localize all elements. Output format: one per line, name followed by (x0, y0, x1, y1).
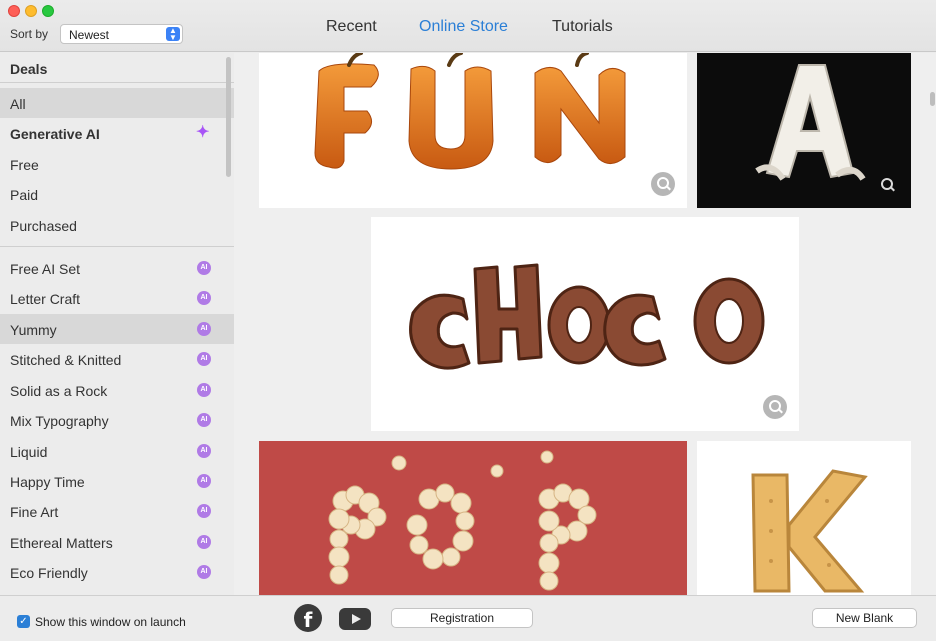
close-window-button[interactable] (8, 5, 20, 17)
ai-badge-icon: AI (197, 383, 211, 397)
sidebar-scrollbar[interactable] (226, 57, 231, 177)
minimize-window-button[interactable] (25, 5, 37, 17)
ai-badge-icon: AI (197, 261, 211, 275)
sidebar-item-label: All (10, 96, 26, 112)
sidebar-item-label: Mix Typography (10, 413, 109, 429)
zoom-icon[interactable] (763, 395, 787, 419)
sidebar-item-paid[interactable]: Paid (0, 179, 234, 209)
facebook-icon[interactable]: f (294, 604, 322, 632)
sidebar-item-label: Letter Craft (10, 291, 81, 307)
template-preview-fun (314, 53, 626, 170)
sidebar-item-label: Liquid (10, 444, 48, 460)
sidebar-item-fine-art[interactable]: Fine Art AI (0, 496, 234, 526)
ai-badge-icon: AI (197, 535, 211, 549)
ai-badge-icon: AI (197, 413, 211, 427)
sidebar-item-free[interactable]: Free (0, 149, 234, 179)
template-preview-choco (409, 263, 765, 370)
sort-select-value: Newest (69, 28, 110, 42)
sidebar-item-deals[interactable]: Deals (0, 53, 234, 83)
ai-badge-icon: AI (197, 444, 211, 458)
title-bar: Sort by Newest ▲ ▼ Recent Online Store Tu… (0, 0, 936, 52)
sparkle-icon: ✦ (196, 124, 210, 141)
sidebar-item-label: Deals (10, 61, 48, 77)
template-card-k[interactable] (697, 441, 911, 595)
sidebar-item-purchased[interactable]: Purchased (0, 210, 234, 240)
content-scrollbar[interactable] (930, 92, 935, 106)
sidebar-item-label: Fine Art (10, 504, 59, 520)
template-preview-k (751, 469, 868, 593)
zoom-window-button[interactable] (42, 5, 54, 17)
show-on-launch-label: Show this window on launch (35, 615, 186, 629)
ai-badge-icon: AI (197, 474, 211, 488)
sidebar-item-ethereal-matters[interactable]: Ethereal Matters AI (0, 527, 234, 557)
sidebar-item-label: Free (10, 157, 39, 173)
sidebar-item-label: Paid (10, 187, 39, 203)
ai-badge-icon: AI (197, 565, 211, 579)
new-blank-button[interactable]: New Blank (812, 608, 917, 628)
sidebar-item-label: Free AI Set (10, 261, 81, 277)
up-down-icon: ▲ ▼ (166, 27, 180, 42)
sidebar-item-label: Happy Time (10, 474, 85, 490)
sidebar-item-label: Solid as a Rock (10, 383, 108, 399)
sidebar-item-liquid[interactable]: Liquid AI (0, 436, 234, 466)
sidebar-item-generative-ai[interactable]: Generative AI ✦ (0, 118, 234, 148)
zoom-icon[interactable] (875, 173, 899, 197)
tab-recent[interactable]: Recent (326, 18, 377, 36)
sidebar-divider (0, 82, 234, 83)
youtube-icon[interactable] (339, 608, 371, 630)
sidebar-item-solid-as-a-rock[interactable]: Solid as a Rock AI (0, 375, 234, 405)
sidebar-divider (0, 246, 234, 247)
ai-badge-icon: AI (197, 352, 211, 366)
store-grid (234, 53, 936, 595)
sidebar-item-free-ai-set[interactable]: Free AI Set AI (0, 253, 234, 283)
sidebar-item-yummy[interactable]: Yummy AI (0, 314, 234, 344)
sidebar-item-letter-craft[interactable]: Letter Craft AI (0, 283, 234, 313)
template-card-fun[interactable] (259, 53, 687, 208)
registration-button[interactable]: Registration (391, 608, 533, 628)
template-card-pop[interactable] (259, 441, 687, 595)
ai-badge-icon: AI (197, 322, 211, 336)
sidebar-item-happy-time[interactable]: Happy Time AI (0, 466, 234, 496)
ai-badge-icon: AI (197, 291, 211, 305)
sidebar-item-label: Eco Friendly (10, 565, 88, 581)
sidebar-item-label: Generative AI (10, 126, 100, 142)
tab-online-store[interactable]: Online Store (419, 18, 508, 36)
sidebar-item-label: Ethereal Matters (10, 535, 113, 551)
template-card-choco[interactable] (371, 217, 799, 431)
sidebar-item-stitched-knitted[interactable]: Stitched & Knitted AI (0, 344, 234, 374)
sidebar-item-all[interactable]: All (0, 88, 234, 118)
bottom-bar: ✓ Show this window on launch f Registrat… (0, 595, 936, 641)
sidebar-item-mix-typography[interactable]: Mix Typography AI (0, 405, 234, 435)
zoom-icon[interactable] (651, 172, 675, 196)
sidebar-item-label: Yummy (10, 322, 57, 338)
sidebar-item-label: Stitched & Knitted (10, 352, 122, 368)
sort-select[interactable]: Newest ▲ ▼ (60, 24, 183, 44)
sidebar-item-label: Purchased (10, 218, 77, 234)
ai-badge-icon: AI (197, 504, 211, 518)
template-card-a[interactable] (697, 53, 911, 208)
tab-tutorials[interactable]: Tutorials (552, 18, 613, 36)
sidebar: Deals All Generative AI ✦ Free Paid Purch… (0, 53, 234, 595)
show-on-launch-checkbox[interactable]: ✓ (17, 615, 30, 628)
sidebar-item-eco-friendly[interactable]: Eco Friendly AI (0, 557, 234, 587)
template-preview-pop (328, 450, 597, 591)
sort-by-label: Sort by (10, 27, 49, 41)
